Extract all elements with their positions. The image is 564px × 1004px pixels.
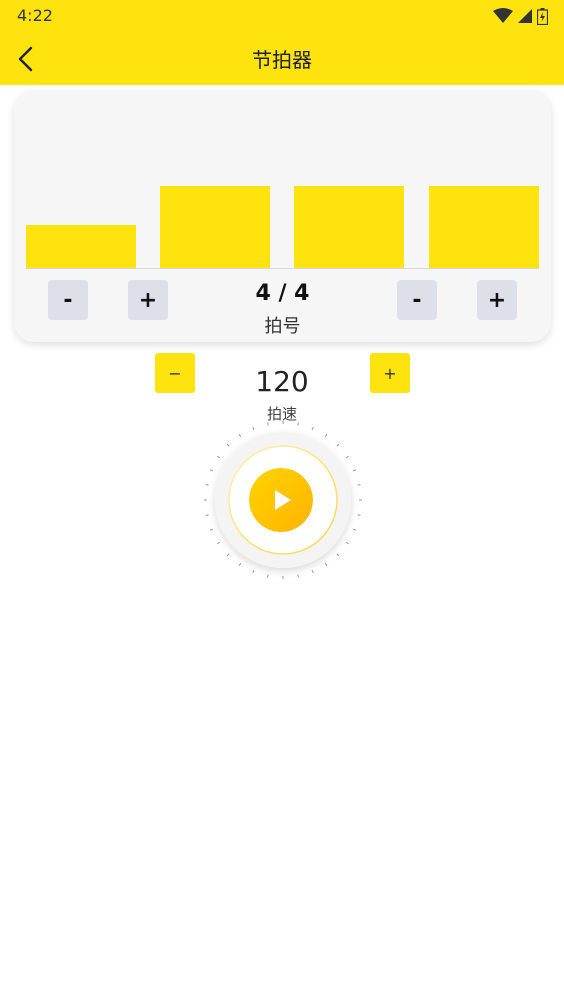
app-bar: 节拍器	[0, 32, 564, 85]
dial-tick	[226, 553, 230, 557]
dial-tick	[345, 541, 349, 545]
dial-tick	[297, 574, 299, 578]
dial-tick	[209, 528, 213, 531]
beats-card: - + 4 / 4 拍号 - +	[14, 90, 551, 342]
status-icons	[493, 7, 548, 25]
beat-bar-4[interactable]	[429, 186, 539, 268]
battery-charging-icon	[537, 7, 548, 25]
beat-unit-decrease-button[interactable]: -	[397, 280, 437, 320]
dial-tick	[297, 422, 299, 426]
dial-tick	[238, 562, 242, 566]
beat-unit-increase-button[interactable]: +	[477, 280, 517, 320]
dial-tick	[353, 528, 357, 531]
status-time: 4:22	[17, 6, 53, 25]
dial-tick	[357, 484, 361, 486]
dial-tick	[205, 484, 209, 486]
signal-icon	[518, 9, 532, 23]
play-button[interactable]	[249, 468, 313, 532]
dial-tick	[267, 574, 269, 578]
dial-tick	[217, 541, 221, 545]
dial-tick	[205, 514, 209, 516]
dial-tick	[324, 562, 328, 566]
beat-bar-3[interactable]	[294, 186, 404, 268]
time-signature-value: 4 / 4	[255, 281, 310, 306]
dial-tick	[209, 469, 213, 472]
dial-tick	[336, 553, 340, 557]
status-bar: 4:22	[0, 0, 564, 32]
wifi-icon	[493, 8, 513, 23]
page-title: 节拍器	[252, 48, 312, 72]
dial-tick	[252, 570, 255, 574]
dial-tick	[311, 426, 314, 430]
beat-bar-2[interactable]	[160, 186, 270, 268]
beat-bar-1[interactable]	[26, 225, 136, 268]
dial-tick	[311, 570, 314, 574]
dial-tick	[226, 443, 230, 447]
bars-baseline	[26, 268, 539, 269]
tempo-value: 120	[255, 365, 309, 398]
dial-tick	[336, 443, 340, 447]
dial-tick	[357, 514, 361, 516]
dial-tick	[238, 434, 242, 438]
dial-tick	[324, 434, 328, 438]
dial-tick	[345, 455, 349, 459]
dial-tick	[267, 422, 269, 426]
dial-tick	[252, 426, 255, 430]
dial-tick	[353, 469, 357, 472]
time-signature-label: 拍号	[264, 316, 301, 337]
dial-tick	[217, 455, 221, 459]
